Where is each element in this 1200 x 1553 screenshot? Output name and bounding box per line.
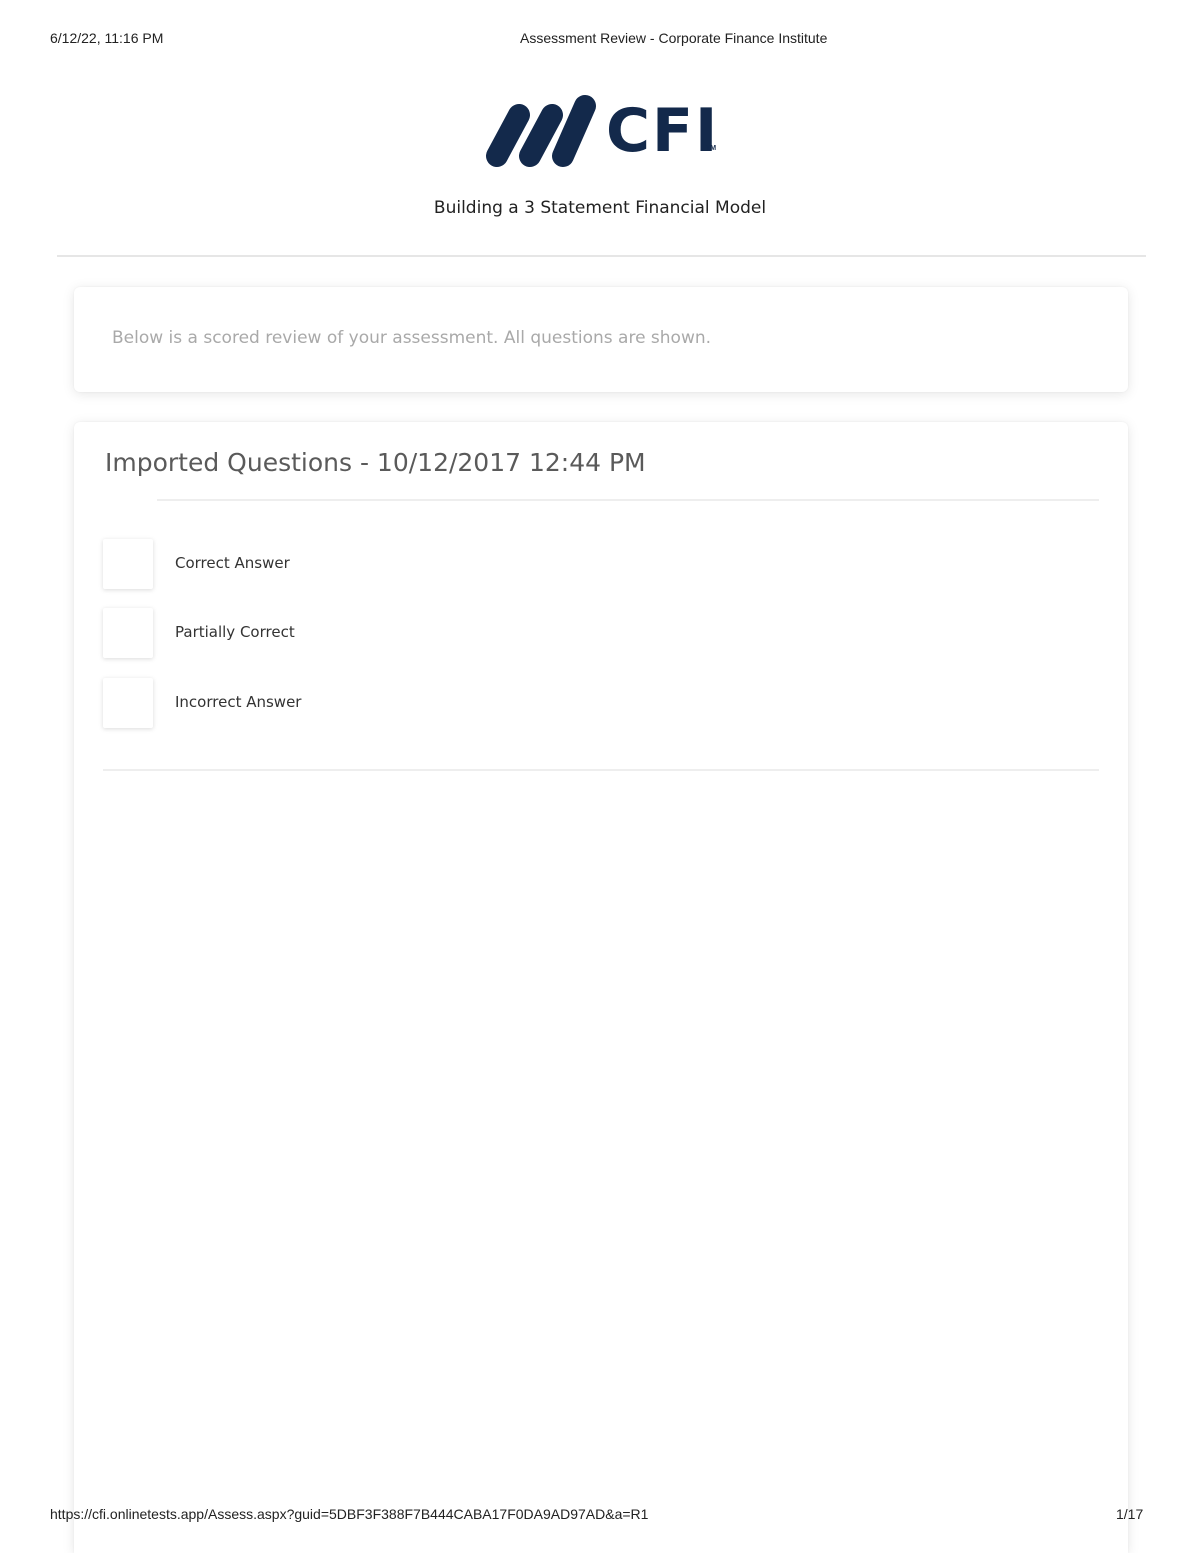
section-title-divider [157, 499, 1099, 501]
intro-card: Below is a scored review of your assessm… [74, 287, 1128, 392]
partially-correct-swatch [103, 608, 153, 658]
header-divider [57, 255, 1146, 257]
course-title: Building a 3 Statement Financial Model [433, 198, 767, 218]
print-header-date: 6/12/22, 11:16 PM [50, 30, 164, 46]
intro-text: Below is a scored review of your assessm… [112, 328, 712, 348]
section-title: Imported Questions - 10/12/2017 12:44 PM [105, 448, 646, 477]
legend-divider [103, 769, 1099, 771]
questions-card: Imported Questions - 10/12/2017 12:44 PM… [74, 422, 1128, 1553]
legend-label-correct: Correct Answer [175, 554, 290, 572]
cfi-logo-stripes-icon [486, 95, 596, 167]
legend-label-partial: Partially Correct [175, 623, 295, 641]
cfi-logo-text: CFI [606, 96, 720, 166]
legend-label-incorrect: Incorrect Answer [175, 693, 302, 711]
print-footer-url: https://cfi.onlinetests.app/Assess.aspx?… [50, 1506, 649, 1522]
cfi-logo: CFI TM [484, 93, 720, 169]
print-header-title: Assessment Review - Corporate Finance In… [520, 30, 828, 46]
print-footer-page-number: 1/17 [1116, 1506, 1144, 1522]
incorrect-answer-swatch [103, 678, 153, 728]
cfi-logo-trademark: TM [706, 145, 717, 152]
correct-answer-swatch [103, 539, 153, 589]
